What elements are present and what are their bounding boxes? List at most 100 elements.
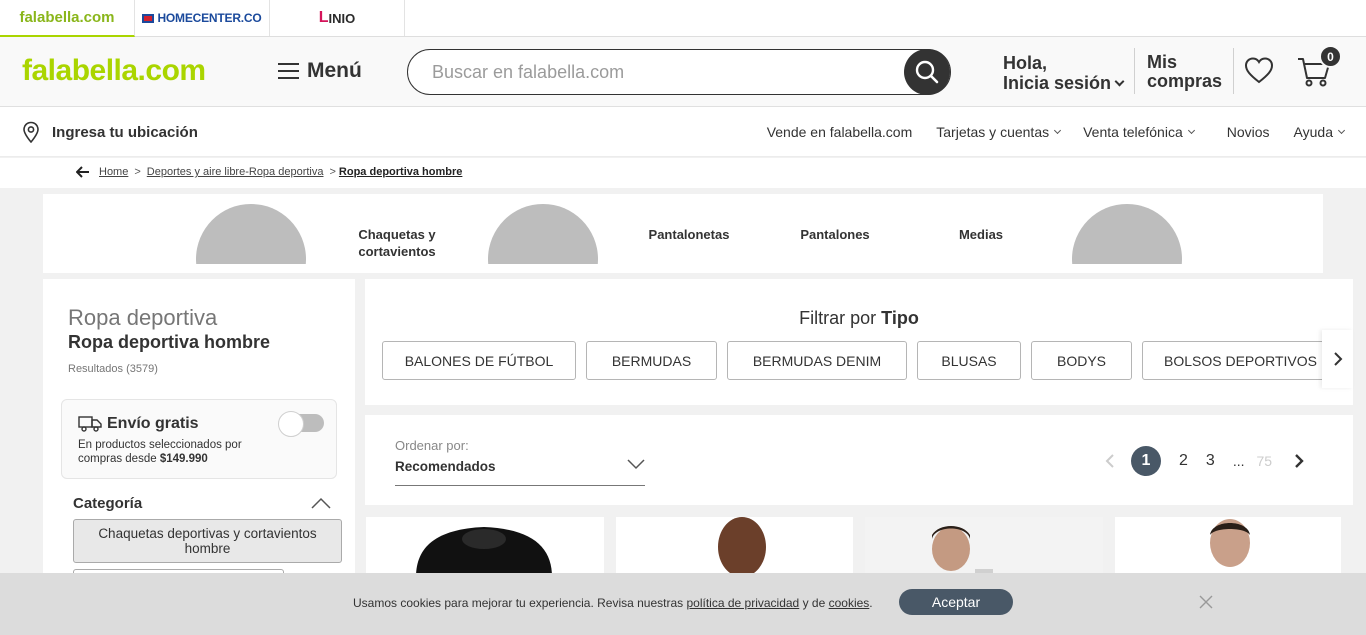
header-divider bbox=[1233, 48, 1234, 94]
sort-select[interactable]: Recomendados bbox=[395, 459, 496, 474]
cookie-banner: Usamos cookies para mejorar tu experienc… bbox=[0, 573, 1366, 635]
link-ayuda[interactable]: Ayuda bbox=[1293, 124, 1346, 140]
results-count: Resultados (3579) bbox=[68, 363, 158, 375]
search-input[interactable] bbox=[432, 60, 892, 84]
sort-bar: Ordenar por: Recomendados 1 2 3 ... 75 bbox=[365, 415, 1353, 505]
tab-falabella-label: falabella.com bbox=[19, 9, 115, 26]
filter-chip[interactable]: BERMUDAS bbox=[586, 341, 717, 380]
breadcrumb: Home > Deportes y aire libre-Ropa deport… bbox=[76, 166, 462, 178]
cookie-message: Usamos cookies para mejorar tu experienc… bbox=[353, 596, 873, 610]
link-ayuda-label: Ayuda bbox=[1293, 124, 1333, 140]
truck-icon bbox=[78, 416, 102, 432]
main-header: falabella.com Menú Hola, Inicia sesión M… bbox=[0, 37, 1366, 107]
hamburger-icon bbox=[278, 63, 299, 79]
filter-chip[interactable]: BALONES DE FÚTBOL bbox=[382, 341, 576, 380]
free-shipping-toggle[interactable] bbox=[278, 411, 324, 437]
tab-falabella[interactable]: falabella.com bbox=[0, 0, 135, 37]
link-tarjetas[interactable]: Tarjetas y cuentas bbox=[936, 124, 1062, 140]
category-heading: Categoría bbox=[73, 495, 143, 512]
tab-homecenter-label: HOMECENTER.CO bbox=[157, 11, 262, 25]
tab-linio-label: INIO bbox=[328, 10, 356, 26]
location-pin-icon bbox=[23, 121, 39, 143]
search-button[interactable] bbox=[904, 49, 950, 95]
filter-next-button[interactable] bbox=[1322, 330, 1353, 388]
type-filter-panel: Filtrar por Tipo BALONES DE FÚTBOL BERMU… bbox=[365, 279, 1353, 405]
free-shipping-title: Envío gratis bbox=[107, 415, 199, 432]
filter-chip[interactable]: BODYS bbox=[1031, 341, 1132, 380]
chevron-left-icon[interactable] bbox=[1105, 453, 1115, 469]
site-logo[interactable]: falabella.com bbox=[22, 54, 206, 88]
category-filter-item[interactable]: Chaquetas deportivas y cortavientos homb… bbox=[73, 519, 342, 563]
filter-chip[interactable]: BOLSOS DEPORTIVOS bbox=[1142, 341, 1339, 380]
chevron-down-icon bbox=[1114, 76, 1125, 87]
chevron-right-icon[interactable] bbox=[1294, 453, 1304, 469]
login-label: Inicia sesión bbox=[1003, 73, 1112, 93]
pagination: 1 2 3 ... 75 bbox=[1105, 446, 1304, 476]
breadcrumb-home[interactable]: Home bbox=[99, 166, 128, 178]
search-icon bbox=[915, 60, 939, 84]
page-title: Ropa deportiva hombre bbox=[68, 332, 271, 352]
location-selector[interactable]: Ingresa tu ubicación bbox=[22, 121, 198, 143]
filter-chip[interactable]: BLUSAS bbox=[917, 341, 1021, 380]
page-1[interactable]: 1 bbox=[1131, 446, 1161, 476]
cookies-link[interactable]: cookies bbox=[829, 596, 870, 610]
close-icon[interactable] bbox=[1199, 595, 1213, 609]
tab-linio[interactable]: L INIO bbox=[270, 0, 405, 36]
login-menu[interactable]: Hola, Inicia sesión bbox=[1003, 53, 1125, 93]
my-orders-link[interactable]: Mis compras bbox=[1147, 53, 1222, 91]
page-category-title: Ropa deportiva bbox=[68, 305, 218, 330]
free-shipping-amount: $149.990 bbox=[159, 453, 208, 465]
tab-homecenter[interactable]: HOMECENTER.CO bbox=[135, 0, 270, 36]
chevron-down-icon bbox=[1337, 126, 1346, 135]
sort-label: Ordenar por: bbox=[395, 438, 469, 453]
cart-count-badge: 0 bbox=[1319, 45, 1342, 68]
my-orders-line2: compras bbox=[1147, 71, 1223, 91]
chevron-down-icon bbox=[1054, 126, 1062, 135]
page-3[interactable]: 3 bbox=[1206, 452, 1215, 470]
cookie-connector: y de bbox=[802, 596, 826, 610]
sort-underline bbox=[395, 485, 645, 486]
top-links: Vende en falabella.com Tarjetas y cuenta… bbox=[767, 124, 1346, 140]
sub-navigation: Ingresa tu ubicación Vende en falabella.… bbox=[0, 107, 1366, 157]
menu-button[interactable]: Menú bbox=[278, 59, 362, 83]
filter-label: Filtrar por bbox=[799, 308, 877, 328]
free-shipping-card: Envío gratis En productos seleccionados … bbox=[61, 399, 337, 479]
accept-cookies-button[interactable]: Aceptar bbox=[899, 589, 1013, 615]
greeting-text: Hola, bbox=[1003, 53, 1048, 73]
search-bar bbox=[407, 49, 951, 95]
category-chaquetas[interactable]: Chaquetas y cortavientos bbox=[341, 226, 453, 260]
header-divider bbox=[1134, 48, 1135, 94]
breadcrumb-separator: > bbox=[134, 166, 141, 178]
homecenter-logo-icon bbox=[142, 13, 155, 23]
chevron-right-icon bbox=[1333, 352, 1342, 366]
privacy-policy-link[interactable]: política de privacidad bbox=[687, 596, 800, 610]
menu-label: Menú bbox=[307, 59, 362, 82]
back-arrow-icon[interactable] bbox=[76, 166, 90, 178]
breadcrumb-current[interactable]: Ropa deportiva hombre bbox=[339, 166, 462, 178]
free-shipping-description: En productos seleccionados por compras d… bbox=[78, 438, 278, 466]
my-orders-line1: Mis bbox=[1147, 52, 1178, 72]
filter-chip[interactable]: BERMUDAS DENIM bbox=[727, 341, 907, 380]
linio-logo-icon: L bbox=[318, 9, 329, 26]
chevron-up-icon[interactable] bbox=[311, 497, 331, 509]
page-last[interactable]: 75 bbox=[1256, 453, 1272, 469]
link-venta-telefonica[interactable]: Venta telefónica bbox=[1083, 124, 1195, 140]
link-vende[interactable]: Vende en falabella.com bbox=[767, 124, 913, 140]
filter-heading: Filtrar por Tipo bbox=[365, 308, 1353, 329]
cookie-text: Usamos cookies para mejorar tu experienc… bbox=[353, 596, 684, 610]
link-vende-label: Vende en falabella.com bbox=[766, 124, 913, 140]
location-label: Ingresa tu ubicación bbox=[52, 123, 198, 141]
wishlist-button[interactable] bbox=[1244, 56, 1274, 84]
link-novios-label: Novios bbox=[1226, 124, 1270, 140]
category-pantalonetas[interactable]: Pantalonetas bbox=[633, 226, 745, 243]
category-medias[interactable]: Medias bbox=[925, 226, 1037, 243]
page-2[interactable]: 2 bbox=[1179, 452, 1188, 470]
link-novios[interactable]: Novios bbox=[1227, 124, 1270, 140]
chevron-down-icon[interactable] bbox=[627, 459, 645, 470]
category-pantalones[interactable]: Pantalones bbox=[779, 226, 891, 243]
brand-tab-strip: falabella.com HOMECENTER.CO L INIO bbox=[0, 0, 1366, 37]
chevron-down-icon bbox=[1187, 126, 1195, 135]
category-carousel: Chaquetas y cortavientos Pantalonetas Pa… bbox=[43, 194, 1323, 273]
breadcrumb-parent[interactable]: Deportes y aire libre-Ropa deportiva bbox=[147, 166, 324, 178]
cookie-text-end: . bbox=[869, 596, 873, 610]
